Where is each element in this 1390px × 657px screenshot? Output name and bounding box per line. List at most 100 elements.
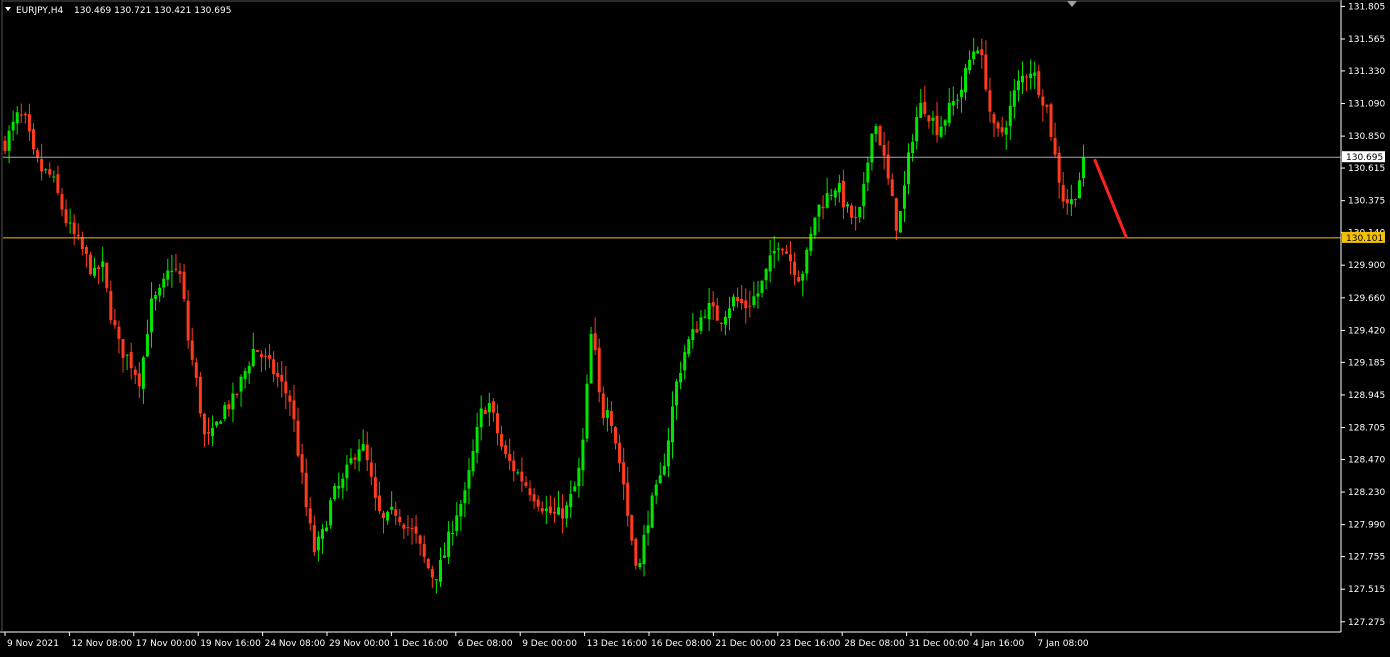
candlestick-chart[interactable]: 131.805 131.565 131.330 131.090 130.850 130.6…: [0, 0, 1390, 653]
time-tick-label: 9 Dec 00:00: [522, 639, 577, 649]
candle-body: [158, 287, 162, 296]
candle-body: [972, 51, 976, 60]
candle-body: [870, 133, 874, 163]
candle-body: [699, 317, 703, 331]
chart-area[interactable]: 131.805 131.565 131.330 131.090 130.850 130.6…: [0, 0, 1390, 653]
time-tick-label: 12 Nov 08:00: [71, 639, 132, 649]
candle-body: [638, 563, 642, 568]
candle-body: [93, 267, 97, 276]
candle-body: [97, 267, 101, 270]
candle-body: [614, 427, 617, 444]
price-tick-label: 130.850: [1348, 132, 1385, 142]
candle-body: [471, 450, 475, 472]
candle-body: [1053, 138, 1057, 155]
candle-body: [263, 355, 267, 357]
candle-body: [357, 449, 361, 462]
candle-body: [585, 383, 589, 439]
candle-body: [882, 144, 886, 156]
candle-body: [687, 339, 691, 355]
price-tick-label: 129.185: [1348, 358, 1385, 368]
candle-body: [825, 193, 829, 208]
candle-body: [821, 206, 825, 209]
time-tick-label: 13 Dec 16:00: [587, 639, 648, 649]
candle-body: [11, 121, 15, 131]
candle-body: [406, 527, 410, 529]
candle-body: [540, 508, 544, 512]
candle-body: [19, 114, 23, 116]
candle-body: [931, 117, 935, 121]
candle-body: [780, 248, 784, 251]
candle-body: [31, 129, 35, 150]
candle-body: [198, 376, 202, 414]
candle-body: [955, 99, 959, 101]
candle-body: [789, 254, 793, 262]
candle-body: [64, 209, 68, 224]
chevron-down-icon[interactable]: [5, 7, 11, 11]
candle-body: [992, 114, 996, 124]
lines-layer: [3, 156, 1341, 239]
candle-body: [365, 444, 369, 461]
candle-body: [772, 250, 776, 254]
candle-body: [312, 525, 316, 553]
price-tick-label: 128.470: [1348, 455, 1385, 465]
candle-body: [691, 329, 695, 341]
candle-body: [382, 512, 386, 519]
candle-body: [300, 454, 304, 473]
candle-body: [280, 374, 284, 382]
candle-body: [919, 102, 923, 118]
candle-body: [341, 478, 345, 488]
price-tick-label: 130.615: [1348, 164, 1385, 174]
candle-body: [369, 462, 373, 477]
candle-body: [683, 352, 687, 371]
price-tick-label: 131.565: [1348, 35, 1385, 45]
candle-body: [133, 369, 137, 375]
candle-body: [308, 508, 312, 524]
candle-body: [813, 217, 817, 236]
candle-body: [117, 326, 121, 339]
candle-body: [662, 465, 666, 475]
candle-body: [703, 316, 707, 318]
candle-body: [837, 183, 841, 193]
candle-body: [76, 234, 80, 237]
candle-body: [1008, 105, 1012, 126]
candle-body: [695, 329, 699, 333]
candle-body: [748, 305, 752, 307]
candle-body: [976, 50, 980, 54]
candle-body: [491, 401, 495, 413]
candle-body: [495, 413, 499, 434]
candle-body: [524, 482, 528, 486]
candle-body: [711, 302, 715, 307]
candle-body: [329, 500, 333, 526]
candle-body: [943, 120, 947, 126]
candle-body: [223, 405, 227, 420]
candle-body: [740, 298, 744, 304]
candle-body: [593, 333, 597, 351]
candle-body: [947, 102, 951, 123]
candle-body: [44, 169, 48, 171]
candle-body: [797, 277, 801, 282]
candle-body: [898, 211, 902, 233]
price-tick-label: 127.755: [1348, 553, 1385, 563]
candle-body: [658, 475, 662, 484]
candle-body: [174, 268, 178, 270]
candle-body: [622, 462, 626, 485]
candle-body: [202, 413, 206, 435]
candle-body: [630, 515, 634, 541]
candle-body: [84, 247, 88, 254]
candle-body: [15, 112, 19, 124]
candle-body: [1041, 96, 1045, 106]
candle-body: [727, 308, 731, 319]
candle-body: [101, 261, 105, 267]
candle-body: [337, 485, 341, 489]
shift-marker-icon[interactable]: [1067, 1, 1077, 7]
time-tick-label: 29 Nov 00:00: [329, 639, 390, 649]
candle-body: [487, 403, 491, 413]
candle-body: [744, 300, 748, 309]
candle-body: [548, 506, 552, 513]
time-tick-label: 21 Dec 00:00: [715, 639, 776, 649]
price-tick-label: 130.375: [1348, 197, 1385, 207]
candle-body: [316, 536, 320, 551]
candle-body: [935, 115, 939, 136]
candle-body: [422, 544, 426, 557]
candle-body: [679, 373, 683, 383]
